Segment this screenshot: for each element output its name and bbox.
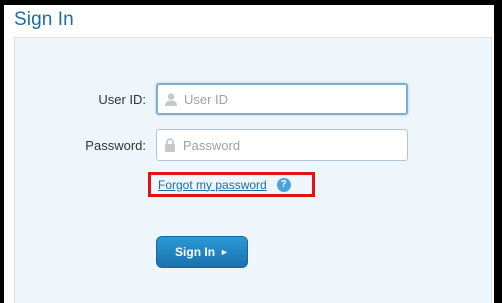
help-icon[interactable]: ? bbox=[276, 177, 291, 192]
password-input[interactable] bbox=[183, 137, 383, 153]
sign-in-button-label: Sign In bbox=[175, 245, 216, 259]
play-arrow-icon: ► bbox=[220, 247, 229, 257]
forgot-password-link[interactable]: Forgot my password bbox=[158, 178, 267, 192]
forgot-password-highlight: Forgot my password ? bbox=[148, 172, 315, 197]
user-id-input[interactable] bbox=[184, 91, 384, 107]
user-icon bbox=[165, 93, 177, 106]
lock-icon bbox=[165, 138, 175, 152]
page-title: Sign In bbox=[14, 9, 74, 30]
password-label: Password: bbox=[85, 138, 146, 153]
user-id-label: User ID: bbox=[98, 92, 146, 107]
sign-in-button[interactable]: Sign In ► bbox=[156, 236, 248, 268]
sign-in-panel bbox=[14, 37, 492, 303]
password-field[interactable] bbox=[156, 129, 408, 161]
user-id-field[interactable] bbox=[156, 83, 408, 115]
